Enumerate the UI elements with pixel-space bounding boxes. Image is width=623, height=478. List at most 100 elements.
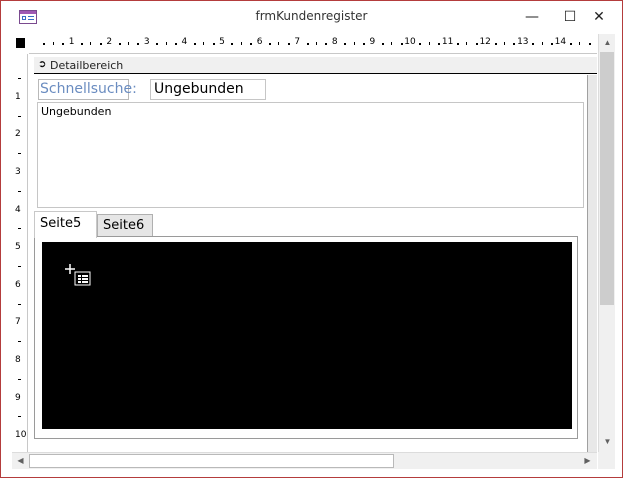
ruler-label: 2 — [15, 129, 21, 140]
search-label[interactable]: Schnellsuche: — [38, 79, 137, 100]
subform-control[interactable] — [42, 242, 572, 429]
ruler-dot — [419, 43, 422, 45]
ruler-label: 2 — [106, 37, 113, 47]
ruler-tick — [316, 42, 317, 45]
subform-icon[interactable] — [65, 263, 93, 289]
ruler-tick — [18, 378, 21, 380]
ruler-label: 7 — [294, 37, 301, 47]
size-grip — [598, 452, 615, 469]
ruler-dot — [344, 43, 347, 45]
ruler-dot — [193, 43, 196, 45]
ruler-tick — [18, 153, 21, 155]
form-width-edge[interactable] — [587, 75, 597, 452]
ruler-label: 9 — [15, 392, 21, 403]
ruler-label: 8 — [15, 355, 21, 365]
ruler-dot — [551, 43, 553, 45]
form-design-window: frmKundenregister — ☐ ✕ 1 2 3 4 5 6 7 8 9 10 11 12 1… — [0, 0, 623, 478]
minimize-button[interactable]: — — [521, 7, 543, 27]
ruler-label: 11 — [441, 37, 454, 47]
ruler-label: 12 — [479, 37, 491, 47]
tab-seite5[interactable]: Seite5 — [34, 211, 97, 238]
ruler-label: 7 — [15, 317, 21, 328]
ruler-label: 6 — [256, 37, 263, 47]
ruler-tick — [18, 416, 21, 418]
ruler-dot — [569, 43, 572, 45]
ruler-dot — [588, 43, 591, 45]
ruler-dot — [438, 43, 441, 45]
ruler-dot — [175, 43, 177, 45]
ruler-dot — [513, 43, 516, 45]
ruler-dot — [156, 43, 159, 45]
ruler-corner-selector[interactable] — [16, 38, 25, 48]
ruler-label: 3 — [15, 167, 21, 177]
ruler-dot — [475, 43, 478, 45]
ruler-tick — [90, 42, 92, 45]
ruler-label: 10 — [404, 37, 416, 47]
tab-label: Seite6 — [103, 218, 145, 233]
ruler-dot — [325, 43, 328, 45]
ruler-label: 4 — [181, 37, 188, 47]
ruler-dot — [212, 43, 215, 45]
listbox-value: Ungebunden — [41, 105, 112, 118]
horizontal-ruler[interactable]: 1 2 3 4 5 6 7 8 9 10 11 12 13 14 — [29, 34, 597, 54]
ruler-label: 13 — [517, 37, 529, 47]
ruler-dot — [457, 43, 459, 45]
vertical-ruler[interactable]: 1 2 3 4 5 6 7 8 9 10 — [12, 54, 28, 455]
ruler-label: 8 — [331, 37, 338, 47]
horizontal-scroll-thumb[interactable] — [29, 454, 394, 468]
ruler-label: 3 — [143, 37, 150, 47]
section-arrow-icon: ➲ — [38, 59, 47, 70]
section-header-detail[interactable]: ➲ Detailbereich — [34, 57, 597, 74]
ruler-tick — [18, 115, 21, 117]
scroll-down-icon[interactable]: ▼ — [600, 434, 615, 450]
ruler-tick — [203, 42, 205, 45]
vertical-scroll-thumb[interactable] — [600, 52, 614, 305]
ruler-dot — [269, 43, 271, 45]
ruler-label: 1 — [15, 91, 21, 102]
ruler-label: 9 — [369, 37, 376, 47]
ruler-tick — [504, 42, 505, 45]
ruler-tick — [579, 42, 581, 45]
ruler-dot — [99, 43, 102, 45]
scroll-up-icon[interactable]: ▲ — [600, 35, 615, 51]
ruler-tick — [541, 42, 543, 45]
ruler-tick — [18, 228, 21, 230]
ruler-dot — [81, 43, 83, 45]
ruler-label: 1 — [68, 37, 75, 47]
ruler-tick — [18, 190, 21, 192]
ruler-tick — [18, 266, 21, 267]
ruler-tick — [52, 42, 54, 45]
maximize-button[interactable]: ☐ — [559, 7, 581, 27]
ruler-tick — [466, 42, 468, 45]
ruler-dot — [532, 43, 535, 45]
ruler-label: 5 — [219, 37, 225, 47]
ruler-dot — [381, 43, 384, 45]
ruler-dot — [43, 43, 46, 45]
ruler-dot — [400, 43, 403, 45]
ruler-tick — [353, 42, 355, 45]
ruler-dot — [118, 43, 121, 45]
ruler-dot — [62, 43, 65, 45]
title-bar[interactable]: frmKundenregister — ☐ ✕ — [1, 1, 622, 33]
ruler-label: 14 — [554, 37, 567, 47]
ruler-tick — [128, 42, 129, 45]
customer-listbox[interactable]: Ungebunden — [37, 102, 584, 208]
ruler-tick — [240, 42, 242, 45]
ruler-dot — [306, 43, 309, 45]
search-textbox[interactable]: Ungebunden — [150, 79, 266, 100]
ruler-tick — [18, 303, 21, 305]
scroll-right-icon[interactable]: ▶ — [580, 453, 595, 469]
section-label: Detailbereich — [50, 59, 124, 72]
scroll-left-icon[interactable]: ◀ — [13, 453, 28, 469]
close-button[interactable]: ✕ — [588, 7, 610, 27]
ruler-tick — [18, 341, 21, 343]
ruler-tick — [165, 42, 167, 45]
vertical-scrollbar[interactable]: ▲ ▼ — [598, 34, 615, 452]
tab-label: Seite5 — [40, 216, 82, 231]
ruler-dot — [250, 43, 253, 45]
ruler-dot — [137, 43, 140, 45]
ruler-label: 6 — [15, 279, 21, 290]
horizontal-scrollbar[interactable]: ◀ ▶ — [12, 452, 597, 469]
ruler-label: 4 — [15, 204, 21, 215]
tab-seite6[interactable]: Seite6 — [97, 214, 153, 236]
